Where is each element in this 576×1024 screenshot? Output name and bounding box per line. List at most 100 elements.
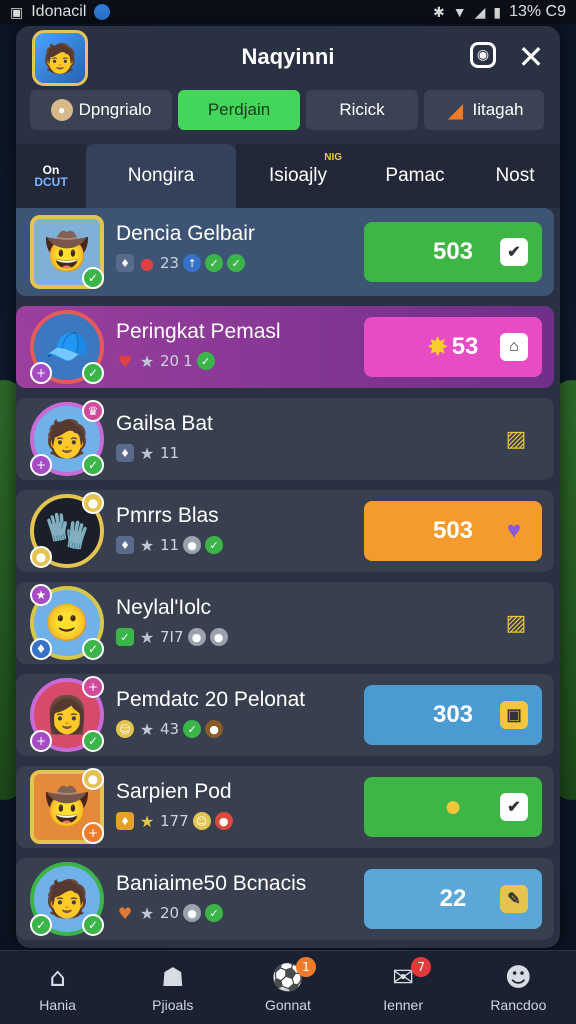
nav-label: Rancdoo: [490, 996, 547, 1013]
player-stat: 177: [160, 812, 189, 830]
avatar: 🙂 ★ ♦ ✓: [30, 584, 104, 660]
nav-players[interactable]: ☗ Pjioals: [123, 963, 223, 1013]
plus-icon: +: [82, 676, 104, 698]
tab-nost[interactable]: Nost: [470, 144, 560, 208]
avatar: 🤠 ✓: [30, 215, 104, 289]
player-stat: 11: [160, 444, 180, 462]
shield-icon: ♦: [30, 638, 52, 660]
filter-row: ● Dpngrialo Perdjain Ricick ◢ Iitagah: [16, 88, 560, 132]
list-item[interactable]: 🤠 ✓ Dencia Gelbair ♦ ● 23 ↑ ✓ ✓ 503 ✔: [16, 208, 554, 296]
check-icon: ✓: [82, 730, 104, 752]
player-name: Dencia Gelbair: [116, 222, 255, 245]
arrow-icon: ↑: [183, 254, 202, 272]
box-icon: ▣: [500, 701, 528, 729]
nav-mail[interactable]: ✉ 7 Ienner: [353, 956, 453, 1013]
nav-label: Pjioals: [152, 996, 194, 1013]
stripes-icon[interactable]: ▨: [502, 425, 530, 453]
player-avatar[interactable]: 🧑: [32, 30, 88, 86]
check-icon: ✔: [500, 238, 528, 266]
player-name: Sarpien Pod: [116, 780, 232, 803]
search-icon[interactable]: ◉: [470, 42, 496, 68]
list-item[interactable]: 🧢 + ✓ Peringkat Pemasl ♥ ★ 20 1 ✓ ✸ 53 ⌂: [16, 306, 554, 388]
tab-label: Nost: [495, 165, 535, 186]
player-meta: ♥ ★ 20 1 ✓: [116, 352, 281, 371]
check-icon: ✓: [183, 720, 202, 738]
player-name: Pmrrs Blas: [116, 504, 219, 527]
player-name: Neylal'Iolc: [116, 596, 212, 619]
check-icon: ✓: [205, 254, 224, 272]
check-icon: ✓: [227, 254, 246, 272]
filter-label: Perdjain: [207, 100, 271, 119]
edit-icon: ✎: [500, 885, 528, 913]
home-icon: ⌂: [49, 962, 66, 993]
leaderboard-panel: 🧑 Naqyinni ◉ ✕ ● Dpngrialo Perdjain Rici…: [16, 26, 560, 948]
player-meta: ♦ ● 23 ↑ ✓ ✓: [116, 253, 255, 273]
list-item[interactable]: 🧑 ✓ ✓ Baniaime50 Bcnacis ♥ ★ 20 ● ✓ 22 ✎: [16, 858, 554, 940]
player-meta: ♦ ★ 11: [116, 443, 213, 463]
star-icon: ★: [139, 443, 155, 463]
score-button[interactable]: 503 ♥: [364, 501, 542, 561]
filter-button-2[interactable]: Ricick: [306, 90, 418, 130]
score-button[interactable]: 22 ✎: [364, 869, 542, 929]
list-item[interactable]: 🧤 ● ● Pmrrs Blas ♦ ★ 11 ● ✓ 503 ♥: [16, 490, 554, 572]
carrier-text: Idonacil: [31, 3, 87, 20]
tab-label: Pamac: [385, 165, 445, 186]
score-value: 503: [432, 238, 474, 265]
score-button[interactable]: ● ✔: [364, 777, 542, 837]
tab-pamac[interactable]: Pamac: [360, 144, 470, 208]
filter-button-0[interactable]: ● Dpngrialo: [30, 90, 172, 130]
home-check-icon: ⌂: [500, 333, 528, 361]
player-meta: ♥ ★ 20 ● ✓: [116, 904, 306, 923]
list-item[interactable]: 🙂 ★ ♦ ✓ Neylal'Iolc ✓ ★ 7I7 ● ● ▨: [16, 582, 554, 664]
tab-isioajly[interactable]: Isioajly NIG: [236, 144, 360, 208]
tab-mini[interactable]: On DCUT: [16, 144, 86, 208]
filter-button-1[interactable]: Perdjain: [178, 90, 300, 130]
coin-icon: ●: [82, 492, 104, 514]
shield-check-icon: ✓: [116, 628, 134, 646]
shield-icon: ♦: [116, 536, 134, 554]
check-icon: ✓: [196, 352, 215, 370]
ball-icon: ●: [214, 812, 233, 830]
nav-label: Hania: [39, 996, 76, 1013]
star-badge-icon: ★: [30, 584, 52, 606]
player-meta: ♦ ★ 11 ● ✓: [116, 536, 224, 555]
plus-icon: +: [30, 362, 52, 384]
shield-icon: ♦: [116, 444, 134, 462]
list-item[interactable]: 👩 + + ✓ Pemdatc 20 Pelonat ☺ ★ 43 ✓ ● 30…: [16, 674, 554, 756]
battery-icon: ▮: [493, 3, 502, 20]
bottom-nav: ⌂ Hania ☗ Pjioals ⚽ 1 Gonnat ✉ 7 Ienner …: [0, 950, 576, 1024]
nav-home[interactable]: ⌂ Hania: [8, 963, 108, 1013]
filter-button-3[interactable]: ◢ Iitagah: [424, 90, 544, 130]
player-stat: 23: [160, 254, 180, 272]
player-stat: 7I7: [160, 628, 184, 646]
check-icon: ✓: [82, 362, 104, 384]
notification-badge: 7: [411, 956, 432, 977]
player-name: Gailsa Bat: [116, 412, 213, 435]
nav-game[interactable]: ⚽ 1 Gonnat: [238, 956, 338, 1013]
notification-icon: ▣: [10, 3, 24, 20]
stripes-icon[interactable]: ▨: [502, 609, 530, 637]
score-button[interactable]: ✸ 53 ⌂: [364, 317, 542, 377]
face-icon: ☺: [116, 720, 134, 738]
score-value: 503: [432, 517, 474, 544]
plus-icon: +: [82, 822, 104, 844]
flame-icon: ◢: [447, 99, 464, 122]
score-value: 22: [439, 885, 467, 912]
heart-icon: ●: [140, 253, 154, 273]
trophy-icon: ✸: [427, 333, 448, 361]
coin-icon: ●: [443, 790, 463, 823]
score-button[interactable]: 503 ✔: [364, 222, 542, 282]
score-button[interactable]: 303 ▣: [364, 685, 542, 745]
nav-profile[interactable]: ☻ Rancdoo: [468, 963, 568, 1013]
close-icon[interactable]: ✕: [516, 38, 546, 76]
avatar: 🧤 ● ●: [30, 492, 104, 568]
shield-icon: ♦: [116, 254, 134, 272]
list-item[interactable]: 🤠 ● + Sarpien Pod ♦ ★ 177 ☺ ● ● ✔: [16, 766, 554, 848]
score-value: 303: [432, 701, 474, 728]
star-icon: ★: [139, 627, 155, 647]
tab-nongira[interactable]: Nongira: [86, 144, 236, 208]
player-stat-2: 1: [183, 352, 193, 370]
check-icon: ✔: [500, 793, 528, 821]
check-heart-icon: ♥: [506, 517, 522, 544]
list-item[interactable]: 🧑 ♛ + ✓ Gailsa Bat ♦ ★ 11 ▨: [16, 398, 554, 480]
